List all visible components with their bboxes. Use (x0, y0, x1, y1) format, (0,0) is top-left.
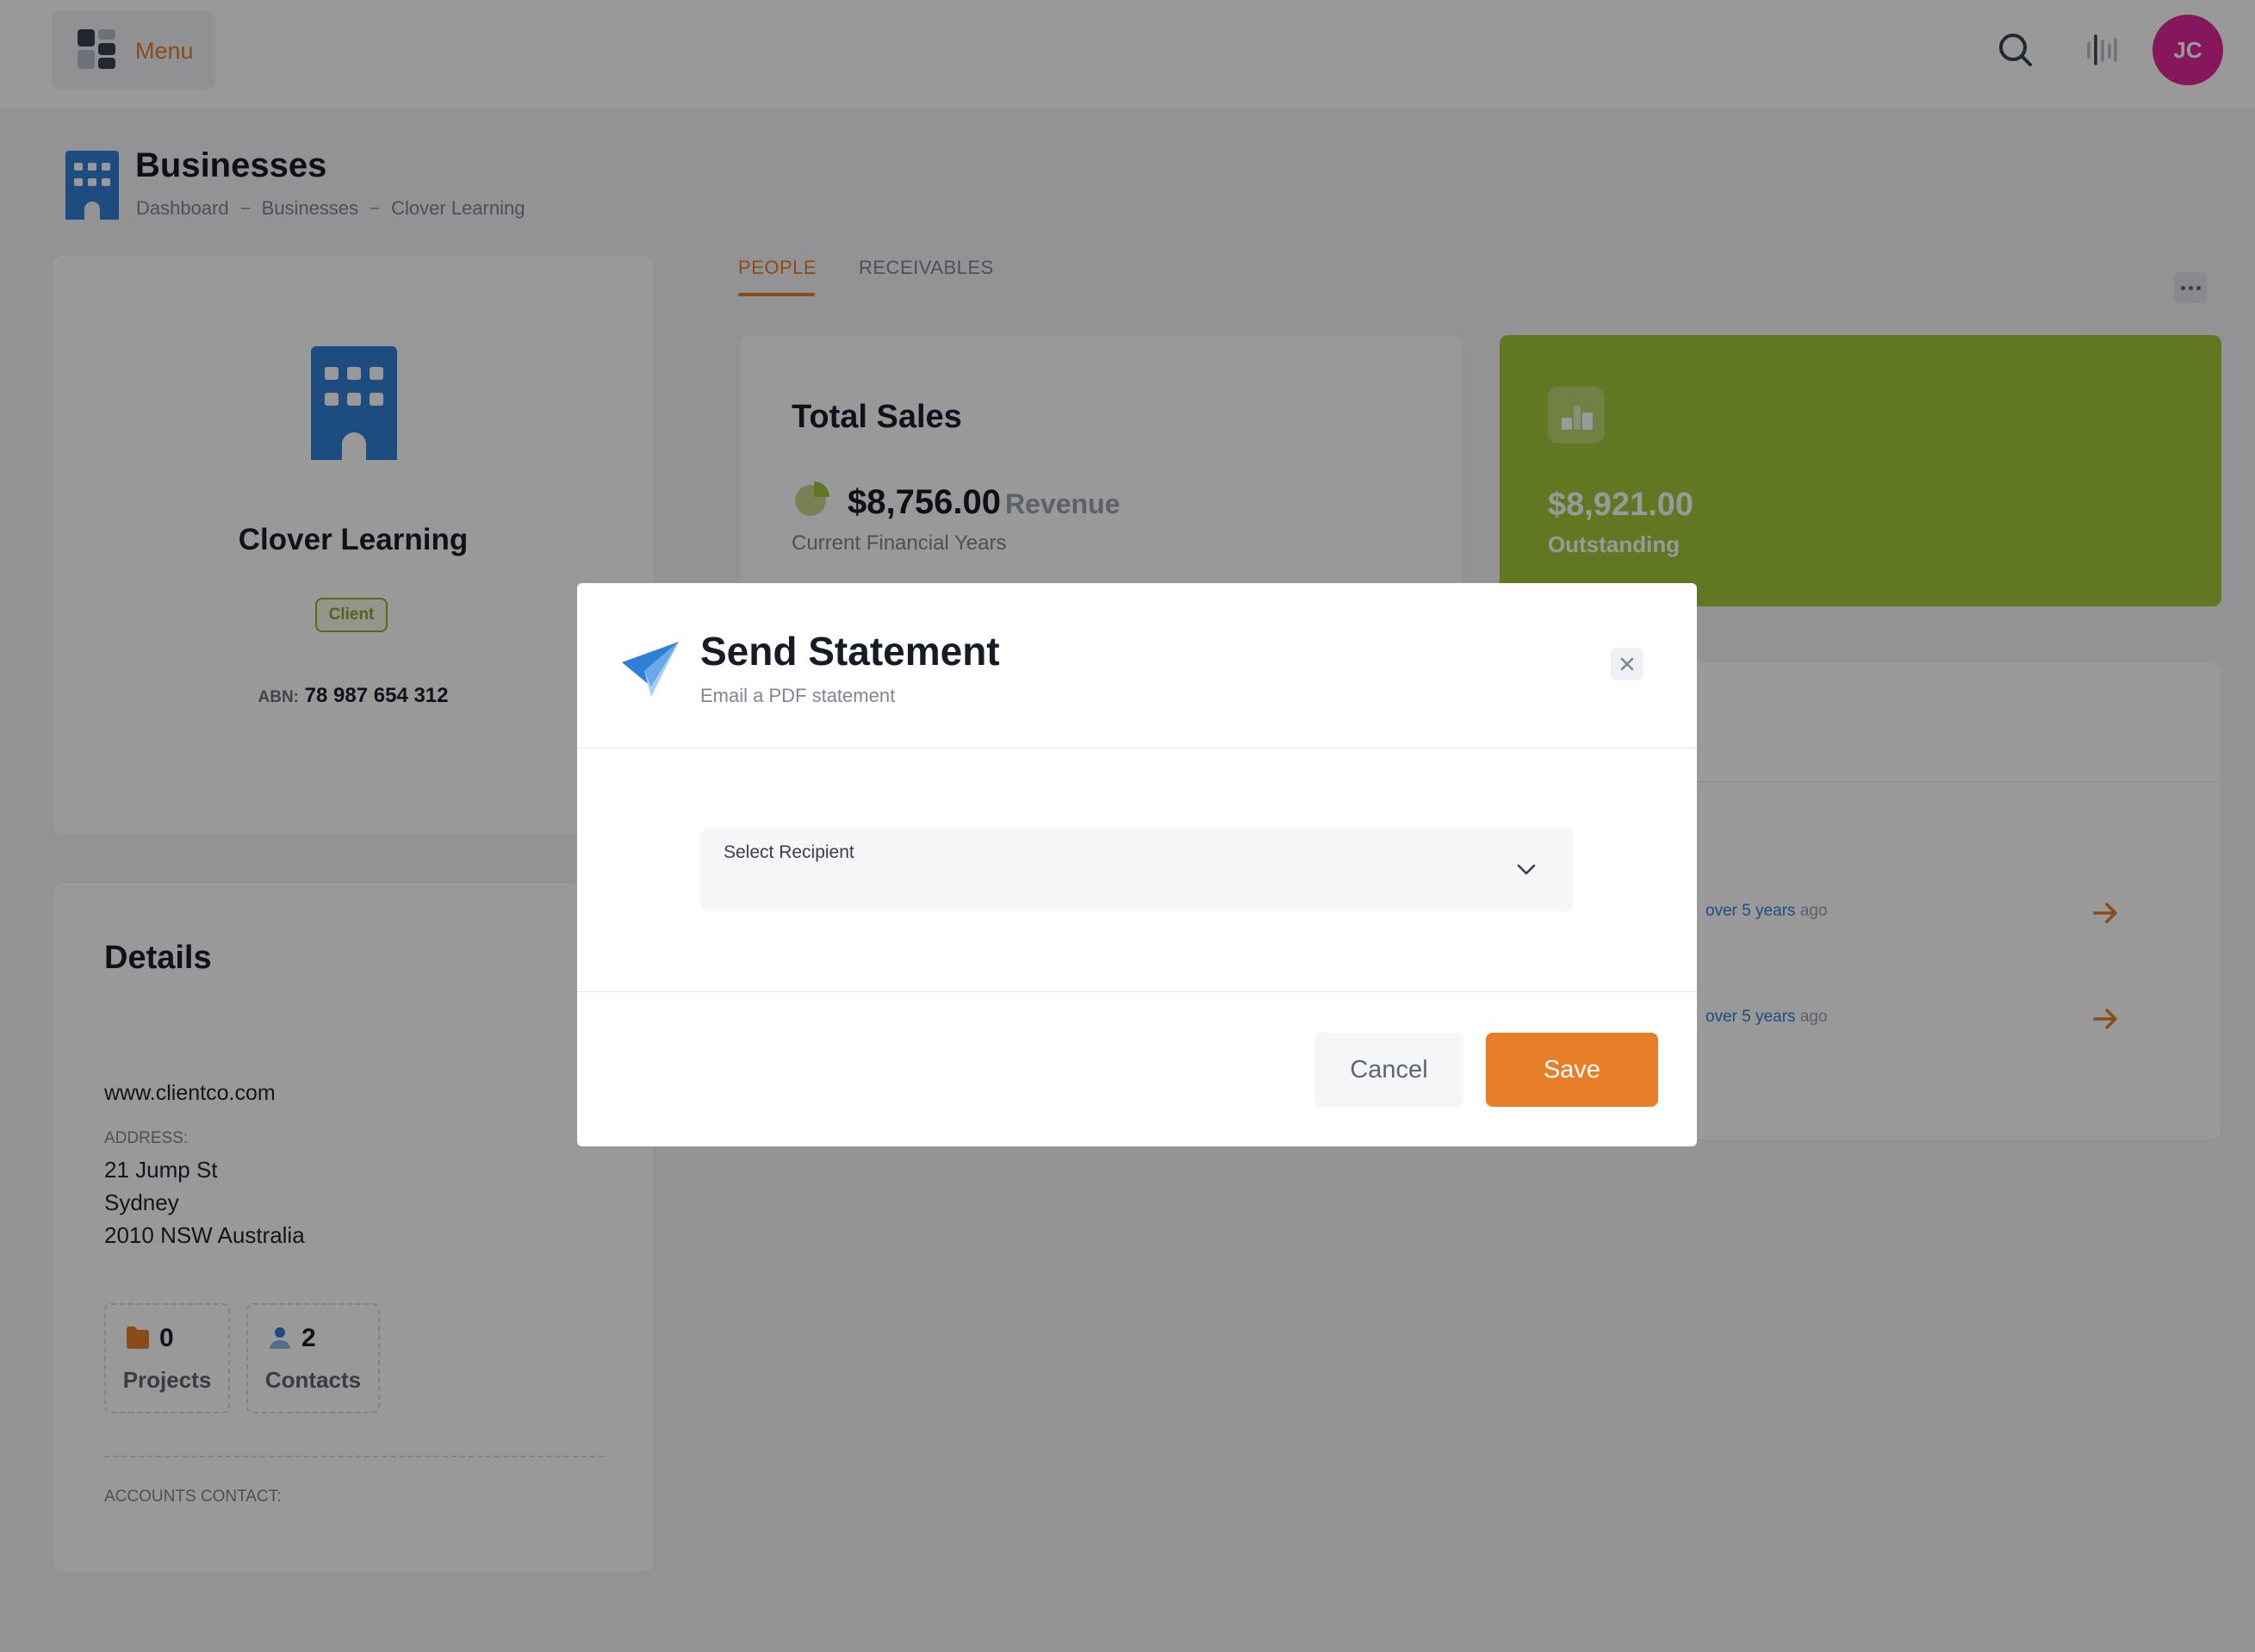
dialog-subtitle: Email a PDF statement (700, 685, 896, 706)
select-label: Select Recipient (724, 842, 854, 862)
send-statement-dialog: Send Statement Email a PDF statement Sel… (577, 583, 1697, 1146)
dialog-title: Send Statement (700, 629, 1000, 674)
cancel-button[interactable]: Cancel (1314, 1033, 1463, 1107)
close-button[interactable] (1611, 648, 1643, 680)
close-icon (1620, 657, 1634, 671)
save-button[interactable]: Save (1486, 1033, 1658, 1107)
divider (577, 991, 1697, 992)
chevron-down-icon (1515, 858, 1538, 880)
recipient-select[interactable]: Select Recipient (700, 829, 1573, 911)
paper-plane-icon (620, 637, 680, 697)
